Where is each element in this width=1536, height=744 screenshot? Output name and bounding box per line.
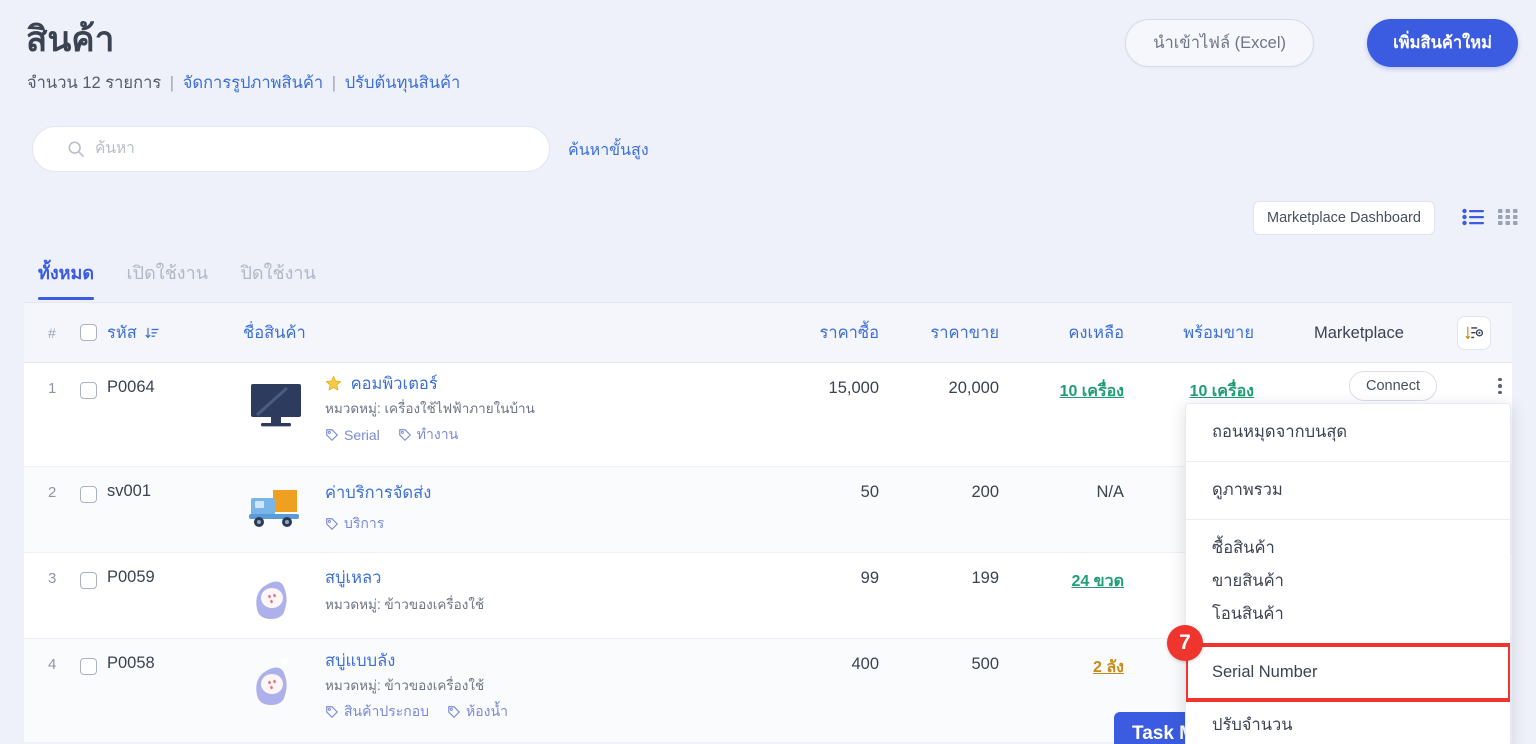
tag-icon bbox=[398, 427, 412, 443]
column-header-name[interactable]: ชื่อสินค้า bbox=[243, 303, 306, 363]
menu-item-serial-number[interactable]: Serial Number bbox=[1186, 645, 1510, 700]
product-thumbnail[interactable] bbox=[243, 565, 309, 627]
product-info: ค่าบริการจัดส่ง บริการ bbox=[325, 482, 431, 535]
product-tag[interactable]: บริการ bbox=[325, 513, 384, 535]
row-actions-menu-icon[interactable] bbox=[1488, 371, 1512, 401]
tab-enabled[interactable]: เปิดใช้งาน bbox=[113, 258, 222, 299]
left-gutter bbox=[0, 303, 24, 744]
select-all-checkbox[interactable] bbox=[80, 324, 97, 341]
subline-separator-1: | bbox=[170, 74, 174, 92]
menu-item-unpin[interactable]: ถอนหมุดจากบนสุด bbox=[1186, 404, 1510, 461]
row-checkbox[interactable] bbox=[80, 382, 97, 399]
column-settings-icon[interactable] bbox=[1457, 316, 1491, 350]
menu-group-transactions: ซื้อสินค้า ขายสินค้า โอนสินค้า bbox=[1186, 520, 1510, 645]
table-header-row: # รหัส ชื่อสินค้า ราคาซื้อ ราคาขาย คงเหล… bbox=[24, 303, 1512, 363]
product-name-row-4[interactable]: สบู่แบบลัง bbox=[325, 652, 395, 670]
page-title: สินค้า bbox=[26, 12, 114, 67]
step-badge-7: 7 bbox=[1167, 625, 1203, 661]
product-category: หมวดหมู่: ข้าวของเครื่องใช้ bbox=[325, 677, 508, 695]
column-header-available[interactable]: พร้อมขาย bbox=[1099, 303, 1254, 363]
row-product-code: P0058 bbox=[107, 654, 155, 673]
menu-item-overview[interactable]: ดูภาพรวม bbox=[1186, 462, 1510, 519]
menu-item-adjust-quantity[interactable]: ปรับจำนวน bbox=[1186, 700, 1510, 744]
row-stock: N/A bbox=[969, 483, 1124, 502]
stock-link[interactable]: 2 ลัง bbox=[1093, 659, 1124, 676]
menu-item-transfer[interactable]: โอนสินค้า bbox=[1186, 598, 1510, 631]
adjust-product-cost-link[interactable]: ปรับต้นทุนสินค้า bbox=[345, 74, 461, 92]
row-context-menu: ถอนหมุดจากบนสุด ดูภาพรวม ซื้อสินค้า ขายส… bbox=[1185, 403, 1511, 744]
product-category: หมวดหมู่: เครื่องใช้ไฟฟ้าภายในบ้าน bbox=[325, 400, 535, 418]
status-tabs: ทั้งหมด เปิดใช้งาน ปิดใช้งาน bbox=[24, 258, 330, 302]
tag-icon bbox=[325, 516, 339, 532]
row-checkbox[interactable] bbox=[80, 572, 97, 589]
menu-item-sell[interactable]: ขายสินค้า bbox=[1186, 565, 1510, 598]
row-stock: 2 ลัง bbox=[969, 655, 1124, 680]
row-index: 3 bbox=[48, 570, 56, 587]
menu-item-buy[interactable]: ซื้อสินค้า bbox=[1186, 532, 1510, 565]
product-tag[interactable]: Serial bbox=[325, 424, 380, 446]
product-tag[interactable]: ทำงาน bbox=[398, 424, 458, 446]
tag-icon bbox=[325, 704, 339, 720]
tab-disabled[interactable]: ปิดใช้งาน bbox=[226, 258, 329, 299]
row-product-code: P0064 bbox=[107, 378, 155, 397]
product-thumbnail[interactable] bbox=[243, 651, 309, 713]
product-tag[interactable]: สินค้าประกอบ bbox=[325, 701, 429, 723]
item-count-text: จำนวน 12 รายการ bbox=[27, 74, 161, 92]
advanced-search-link[interactable]: ค้นหาขั้นสูง bbox=[568, 138, 649, 163]
row-index: 1 bbox=[48, 380, 56, 397]
manage-product-images-link[interactable]: จัดการรูปภาพสินค้า bbox=[183, 74, 324, 92]
available-link[interactable]: 10 เครื่อง bbox=[1190, 383, 1254, 400]
tag-icon bbox=[325, 427, 339, 443]
grid-view-icon[interactable] bbox=[1498, 208, 1518, 231]
column-header-index: # bbox=[48, 303, 56, 363]
marketplace-dashboard-button[interactable]: Marketplace Dashboard bbox=[1253, 201, 1435, 235]
search-icon bbox=[67, 140, 85, 158]
product-info: สบู่เหลว หมวดหมู่: ข้าวของเครื่องใช้ bbox=[325, 567, 484, 614]
product-name-row-2[interactable]: ค่าบริการจัดส่ง bbox=[325, 484, 431, 502]
product-thumbnail[interactable] bbox=[243, 480, 309, 542]
products-page: สินค้า จำนวน 12 รายการ | จัดการรูปภาพสิน… bbox=[0, 0, 1536, 744]
product-name-row-3[interactable]: สบู่เหลว bbox=[325, 569, 381, 587]
row-checkbox[interactable] bbox=[80, 486, 97, 503]
product-name-row-1[interactable]: คอมพิวเตอร์ bbox=[325, 375, 438, 393]
row-index: 4 bbox=[48, 656, 56, 673]
row-product-code: sv001 bbox=[107, 482, 151, 501]
product-info: คอมพิวเตอร์ หมวดหมู่: เครื่องใช้ไฟฟ้าภาย… bbox=[325, 373, 535, 446]
column-header-marketplace: Marketplace bbox=[1314, 303, 1404, 363]
product-tag[interactable]: ห้องน้ำ bbox=[447, 701, 508, 723]
import-excel-button[interactable]: นำเข้าไฟล์ (Excel) bbox=[1125, 19, 1314, 67]
tab-all[interactable]: ทั้งหมด bbox=[24, 258, 108, 302]
row-index: 2 bbox=[48, 484, 56, 501]
row-available: 10 เครื่อง bbox=[1099, 379, 1254, 404]
subline-separator-2: | bbox=[332, 74, 336, 92]
marketplace-connect-button[interactable]: Connect bbox=[1349, 371, 1437, 401]
search-input[interactable] bbox=[95, 140, 533, 158]
sort-descending-icon[interactable] bbox=[145, 306, 160, 366]
product-category: หมวดหมู่: ข้าวของเครื่องใช้ bbox=[325, 596, 484, 614]
search-box[interactable] bbox=[32, 126, 550, 172]
page-header: สินค้า จำนวน 12 รายการ | จัดการรูปภาพสิน… bbox=[0, 0, 1536, 110]
product-info: สบู่แบบลัง หมวดหมู่: ข้าวของเครื่องใช้ ส… bbox=[325, 650, 508, 723]
list-view-icon[interactable] bbox=[1462, 208, 1484, 231]
star-icon[interactable] bbox=[325, 375, 347, 393]
product-tags: สินค้าประกอบ ห้องน้ำ bbox=[325, 701, 508, 723]
page-subline: จำนวน 12 รายการ | จัดการรูปภาพสินค้า | ป… bbox=[27, 70, 460, 96]
add-new-product-button[interactable]: เพิ่มสินค้าใหม่ bbox=[1367, 19, 1518, 67]
column-header-code[interactable]: รหัส bbox=[107, 303, 160, 363]
product-thumbnail[interactable] bbox=[243, 374, 309, 436]
row-product-code: P0059 bbox=[107, 568, 155, 587]
row-checkbox[interactable] bbox=[80, 658, 97, 675]
product-tags: บริการ bbox=[325, 513, 431, 535]
product-tags: Serial ทำงาน bbox=[325, 424, 535, 446]
tag-icon bbox=[447, 704, 461, 720]
